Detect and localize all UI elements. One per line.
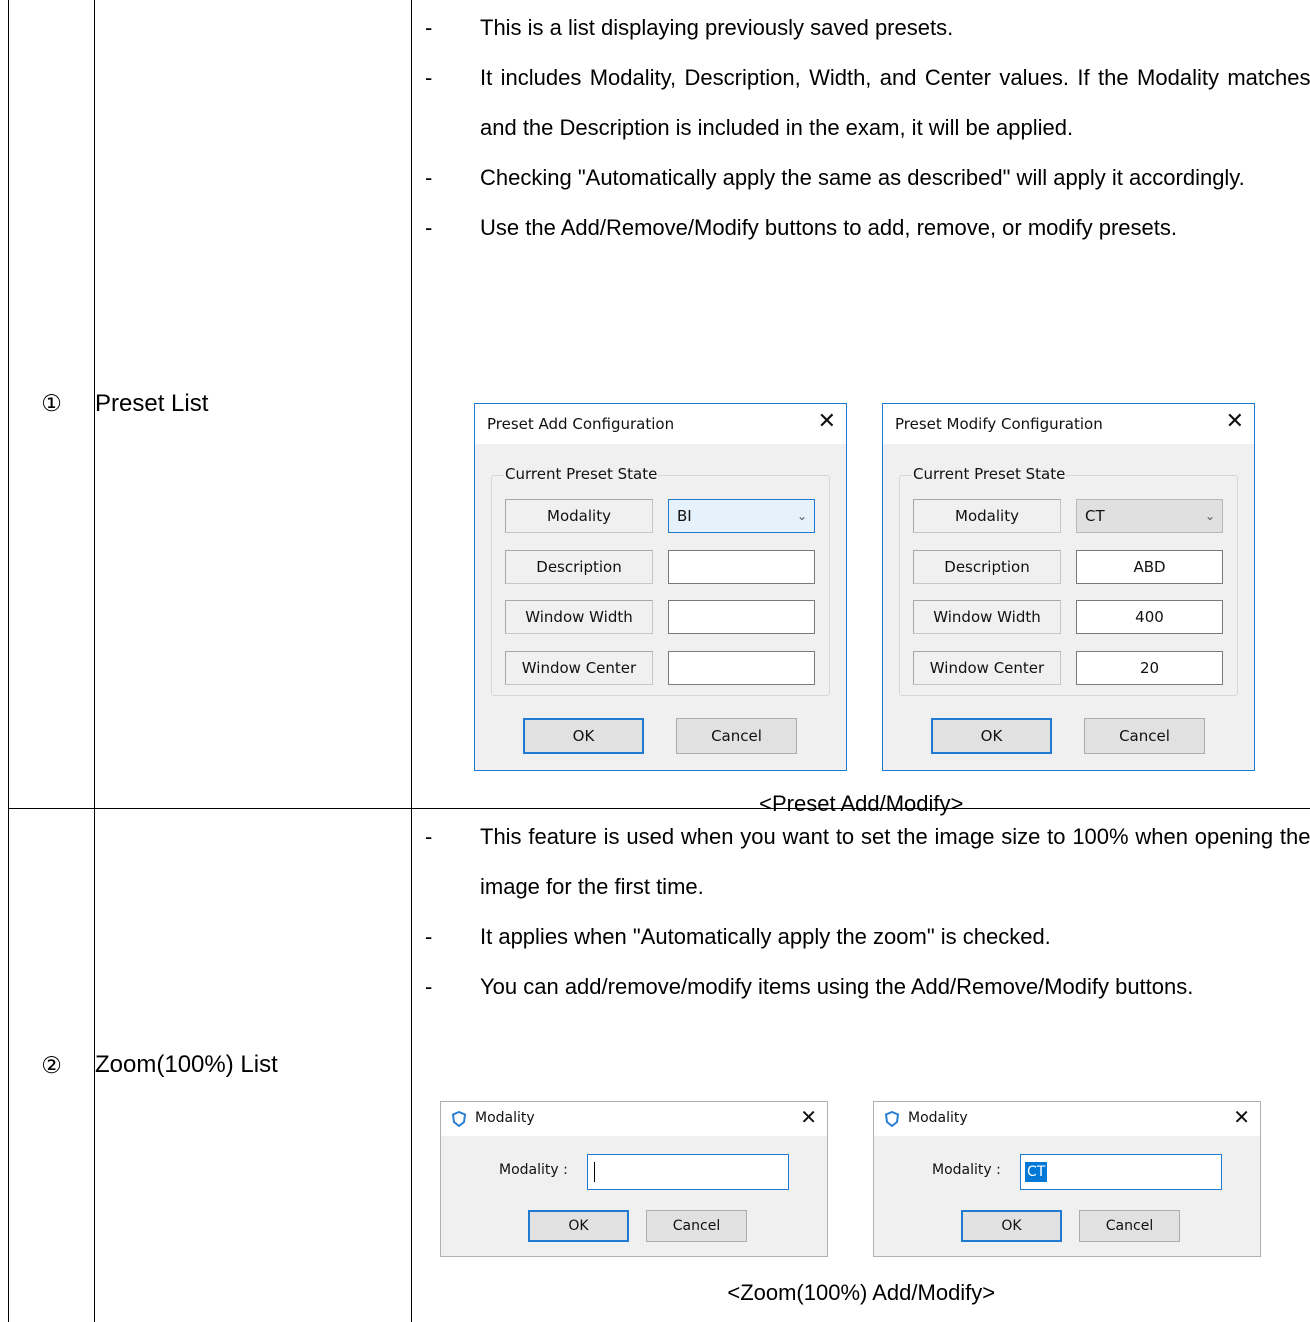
description-field[interactable] (668, 549, 815, 584)
description-label: Description (505, 549, 653, 584)
modality-field-label: Modality : (499, 1162, 568, 1179)
group-label: Current Preset State (504, 464, 659, 483)
window-center-label: Window Center (505, 650, 653, 685)
row-content: This is a list displaying previously sav… (411, 0, 1310, 816)
bullet-item: It includes Modality, Description, Width… (412, 53, 1310, 153)
modality-modify-dialog: Modality ✕ Modality : CT OK Cancel (873, 1101, 1261, 1258)
bullet-item: This is a list displaying previously sav… (412, 3, 1310, 53)
dialog-title: Modality (908, 1110, 968, 1127)
figure-caption: <Zoom(100%) Add/Modify> (727, 1280, 996, 1306)
selected-text: CT (1025, 1162, 1048, 1183)
preset-add-dialog: Preset Add Configuration ✕ Current Prese… (474, 402, 847, 771)
chevron-down-icon: ⌄ (1204, 508, 1215, 523)
ok-button[interactable]: OK (523, 717, 644, 754)
window-center-field[interactable]: 20 (1076, 650, 1223, 685)
bullet-item: Checking "Automatically apply the same a… (412, 153, 1310, 203)
bullet-item: This feature is used when you want to se… (412, 812, 1310, 912)
window-width-label: Window Width (505, 599, 653, 634)
cancel-button[interactable]: Cancel (646, 1210, 747, 1243)
group-label: Current Preset State (912, 464, 1067, 483)
text-caret (594, 1162, 595, 1183)
preset-state-group: Current Preset State Modality CT ⌄ Descr… (899, 464, 1238, 696)
close-icon[interactable]: ✕ (800, 1106, 817, 1128)
cancel-button[interactable]: Cancel (1079, 1210, 1180, 1243)
chevron-down-icon: ⌄ (796, 508, 807, 523)
table-row-preset-list: ① Preset List This is a list displaying … (8, 0, 1310, 816)
dialog-title: Preset Add Configuration (487, 414, 675, 433)
ok-button[interactable]: OK (528, 1210, 629, 1243)
modality-dropdown[interactable]: BI ⌄ (668, 498, 815, 533)
modality-value: BI (677, 506, 692, 525)
row-number: ② (8, 807, 95, 1322)
close-icon[interactable]: ✕ (1226, 409, 1244, 434)
table-row-zoom-list: ② Zoom(100%) List This feature is used w… (8, 807, 1310, 1322)
row-content: This feature is used when you want to se… (411, 807, 1310, 1322)
preset-modify-dialog: Preset Modify Configuration ✕ Current Pr… (882, 402, 1255, 771)
window-center-field[interactable] (668, 650, 815, 685)
modality-label: Modality (505, 498, 653, 533)
dialog-title: Preset Modify Configuration (895, 414, 1103, 433)
bullet-list: This feature is used when you want to se… (412, 809, 1310, 1012)
window-width-field[interactable] (668, 599, 815, 634)
documentation-table: ① Preset List This is a list displaying … (8, 0, 1310, 1322)
window-width-field[interactable]: 400 (1076, 599, 1223, 634)
bullet-list: This is a list displaying previously sav… (412, 1, 1310, 253)
window-center-label: Window Center (913, 650, 1061, 685)
close-icon[interactable]: ✕ (818, 409, 836, 434)
modality-input[interactable]: CT (1020, 1154, 1222, 1191)
description-field[interactable]: ABD (1076, 549, 1223, 584)
bullet-item: Use the Add/Remove/Modify buttons to add… (412, 203, 1310, 253)
ok-button[interactable]: OK (931, 717, 1052, 754)
modality-value: CT (1085, 506, 1105, 525)
close-icon[interactable]: ✕ (1233, 1106, 1250, 1128)
modality-add-dialog: Modality ✕ Modality : OK Cancel (440, 1101, 828, 1258)
dialog-titlebar: Modality ✕ (874, 1102, 1260, 1137)
bullet-item: It applies when "Automatically apply the… (412, 912, 1310, 962)
modality-label: Modality (913, 498, 1061, 533)
modality-input[interactable] (587, 1154, 789, 1191)
row-number: ① (8, 0, 95, 809)
description-label: Description (913, 549, 1061, 584)
ok-button[interactable]: OK (961, 1210, 1062, 1243)
dialog-title: Modality (475, 1110, 535, 1127)
window-width-label: Window Width (913, 599, 1061, 634)
row-label: Preset List (94, 0, 412, 809)
cancel-button[interactable]: Cancel (1084, 717, 1205, 754)
dialog-titlebar: Modality ✕ (441, 1102, 827, 1137)
shield-icon (884, 1111, 900, 1128)
row-label: Zoom(100%) List (94, 807, 412, 1322)
preset-state-group: Current Preset State Modality BI ⌄ Descr… (491, 464, 830, 696)
modality-field-label: Modality : (932, 1162, 1001, 1179)
modality-dropdown[interactable]: CT ⌄ (1076, 498, 1223, 533)
dialog-titlebar: Preset Add Configuration ✕ (475, 403, 846, 444)
cancel-button[interactable]: Cancel (676, 717, 797, 754)
shield-icon (451, 1111, 467, 1128)
dialog-titlebar: Preset Modify Configuration ✕ (883, 403, 1254, 444)
bullet-item: You can add/remove/modify items using th… (412, 962, 1310, 1012)
